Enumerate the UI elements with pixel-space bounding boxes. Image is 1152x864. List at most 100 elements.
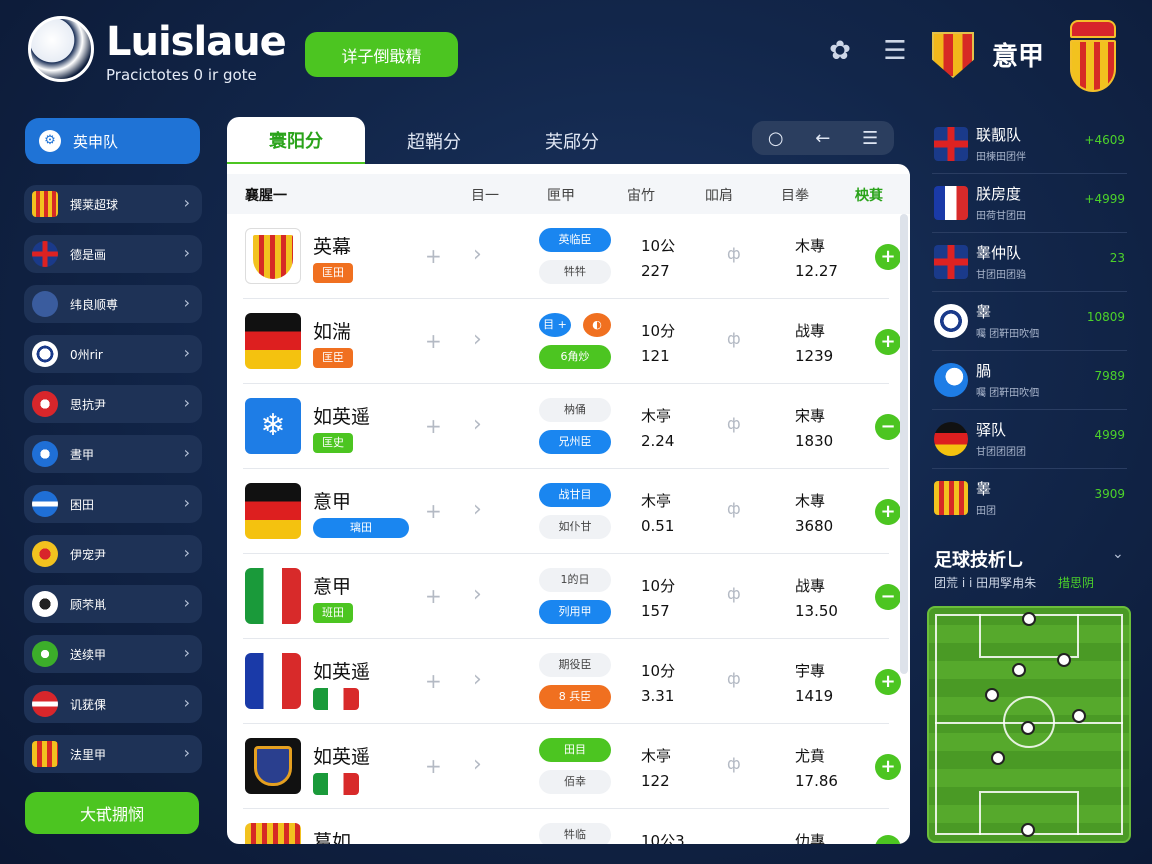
odds-pill[interactable]: 牪牪	[539, 260, 611, 284]
settings-icon[interactable]: ✿	[825, 36, 855, 66]
odds-pill[interactable]: 战甘目	[539, 483, 611, 507]
sidebar-item[interactable]: 撰莱超球 ›	[24, 185, 202, 223]
odds-pill[interactable]: 目 +	[539, 313, 571, 337]
chevron-right-icon[interactable]: ›	[473, 412, 482, 437]
tab-2[interactable]: 超鞘分	[365, 117, 503, 165]
odds-pill[interactable]: 田目	[539, 738, 611, 762]
sidebar-item[interactable]: 困田 ›	[24, 485, 202, 523]
player-marker[interactable]	[1021, 721, 1035, 735]
plus-icon[interactable]: +	[425, 244, 442, 268]
ranking-item[interactable]: 睾 囑 团靬田吹伵 10809	[932, 292, 1127, 351]
add-button[interactable]: +	[875, 329, 901, 355]
sidebar-item[interactable]: 送续甲 ›	[24, 635, 202, 673]
odds-toggle-icon[interactable]: ◐	[583, 313, 611, 337]
sidebar-item[interactable]: 顾芣鼡 ›	[24, 585, 202, 623]
add-button[interactable]: +	[875, 499, 901, 525]
chevron-right-icon[interactable]: ›	[473, 582, 482, 607]
table-row[interactable]: ❄ 如英遥 匡史 + › 枘俑 兄州臣 木亭 2.24 ф 宋專 1830 −	[243, 384, 901, 469]
current-league-label[interactable]: 意甲	[992, 36, 1044, 73]
odds-pill[interactable]: 8 兵臣	[539, 685, 611, 709]
sidebar-item[interactable]: 讥莸倮 ›	[24, 685, 202, 723]
chevron-right-icon[interactable]: ›	[473, 497, 482, 522]
player-marker[interactable]	[1022, 612, 1036, 626]
odds-pill[interactable]: 6角炒	[539, 345, 611, 369]
column-header[interactable]: 襄腥一	[245, 185, 287, 205]
player-marker[interactable]	[991, 751, 1005, 765]
link-icon[interactable]: ф	[727, 499, 741, 518]
chevron-down-icon[interactable]: ⌄	[1112, 546, 1124, 562]
player-marker[interactable]	[1021, 823, 1035, 837]
sidebar-item[interactable]: 思抗尹 ›	[24, 385, 202, 423]
header-cta-button[interactable]: 详子倒戢精	[305, 32, 458, 77]
tactics-pitch[interactable]	[927, 606, 1131, 843]
club-crest-icon[interactable]	[1070, 20, 1116, 92]
table-row[interactable]: 意甲 璃田 + › 战甘目 如仆甘 木亭 0.51 ф 木專 3680 +	[243, 469, 901, 554]
table-row[interactable]: 葛如 牪临 10公3 仂專	[243, 809, 901, 844]
odds-pill[interactable]: 英临臣	[539, 228, 611, 252]
plus-icon[interactable]: +	[425, 584, 442, 608]
table-row[interactable]: 如湍 匡臣 + › 目 + ◐ 6角炒 10分 121 ф 战專 1239 +	[243, 299, 901, 384]
column-header[interactable]: 目拳	[781, 185, 809, 205]
ranking-item[interactable]: 联靓队 田楝田团伴 +4609	[932, 115, 1127, 174]
plus-icon[interactable]: +	[425, 754, 442, 778]
back-arrow-icon[interactable]: ←	[815, 128, 830, 149]
remove-button[interactable]: −	[875, 584, 901, 610]
sidebar-top-button[interactable]: ⚙ 英申队	[25, 118, 200, 164]
league-shield-icon[interactable]	[932, 32, 974, 78]
link-icon[interactable]: ф	[727, 414, 741, 433]
table-row[interactable]: 如英遥 + › 田目 佰幸 木亭 122 ф 尤賁 17.86 +	[243, 724, 901, 809]
player-marker[interactable]	[1012, 663, 1026, 677]
column-header[interactable]: 柍萁	[855, 185, 883, 205]
add-button[interactable]: +	[875, 669, 901, 695]
ranking-item[interactable]: 睾 田团 3909	[932, 469, 1127, 528]
link-icon[interactable]: ф	[727, 244, 741, 263]
odds-pill[interactable]: 如仆甘	[539, 515, 611, 539]
sidebar-item[interactable]: 0州rir ›	[24, 335, 202, 373]
column-header[interactable]: 宙竹	[627, 185, 655, 205]
ranking-item[interactable]: 腡 囑 团靬田吹伵 7989	[932, 351, 1127, 410]
plus-icon[interactable]: +	[425, 414, 442, 438]
add-button[interactable]	[875, 835, 901, 844]
ranking-item[interactable]: 朕房度 田荷甘团田 +4999	[932, 174, 1127, 233]
player-marker[interactable]	[985, 688, 999, 702]
sidebar-item[interactable]: 德是画 ›	[24, 235, 202, 273]
odds-pill[interactable]: 兄州臣	[539, 430, 611, 454]
table-row[interactable]: 如英遥 + › 期役臣 8 兵臣 10分 3.31 ф 宇專 1419 +	[243, 639, 901, 724]
search-icon[interactable]: ○	[768, 128, 784, 149]
player-marker[interactable]	[1057, 653, 1071, 667]
scrollbar[interactable]	[900, 214, 908, 834]
link-icon[interactable]: ф	[727, 669, 741, 688]
odds-pill[interactable]: 牪临	[539, 823, 611, 844]
menu-icon[interactable]: ☰	[862, 128, 878, 149]
column-header[interactable]: 吅肩	[705, 185, 733, 205]
plus-icon[interactable]: +	[425, 669, 442, 693]
link-icon[interactable]: ф	[727, 584, 741, 603]
sidebar-bottom-button[interactable]: 大甙掤悯	[25, 792, 199, 834]
sidebar-item[interactable]: 伊宠尹 ›	[24, 535, 202, 573]
menu-icon[interactable]: ☰	[880, 36, 910, 66]
odds-pill[interactable]: 期役臣	[539, 653, 611, 677]
tab-1[interactable]: 寰阳分	[227, 117, 365, 165]
tactics-link[interactable]: 措思阴	[1058, 574, 1094, 591]
odds-pill[interactable]: 1的日	[539, 568, 611, 592]
add-button[interactable]: +	[875, 244, 901, 270]
link-icon[interactable]: ф	[727, 754, 741, 773]
column-header[interactable]: 匣甲	[547, 185, 575, 205]
plus-icon[interactable]: +	[425, 329, 442, 353]
column-header[interactable]: 目一	[471, 185, 499, 205]
odds-pill[interactable]: 佰幸	[539, 770, 611, 794]
odds-pill[interactable]: 枘俑	[539, 398, 611, 422]
chevron-right-icon[interactable]: ›	[473, 667, 482, 692]
scrollbar-thumb[interactable]	[900, 214, 908, 674]
chevron-right-icon[interactable]: ›	[473, 752, 482, 777]
chevron-right-icon[interactable]: ›	[473, 327, 482, 352]
remove-button[interactable]: −	[875, 414, 901, 440]
ranking-item[interactable]: 睾仲队 甘团田团驺 23	[932, 233, 1127, 292]
link-icon[interactable]: ф	[727, 329, 741, 348]
ranking-item[interactable]: 驿队 甘团团团团 4999	[932, 410, 1127, 469]
sidebar-item[interactable]: 纬良顺尃 ›	[24, 285, 202, 323]
sidebar-item[interactable]: 法里甲 ›	[24, 735, 202, 773]
odds-pill[interactable]: 列用甲	[539, 600, 611, 624]
chevron-right-icon[interactable]: ›	[473, 242, 482, 267]
player-marker[interactable]	[1072, 709, 1086, 723]
